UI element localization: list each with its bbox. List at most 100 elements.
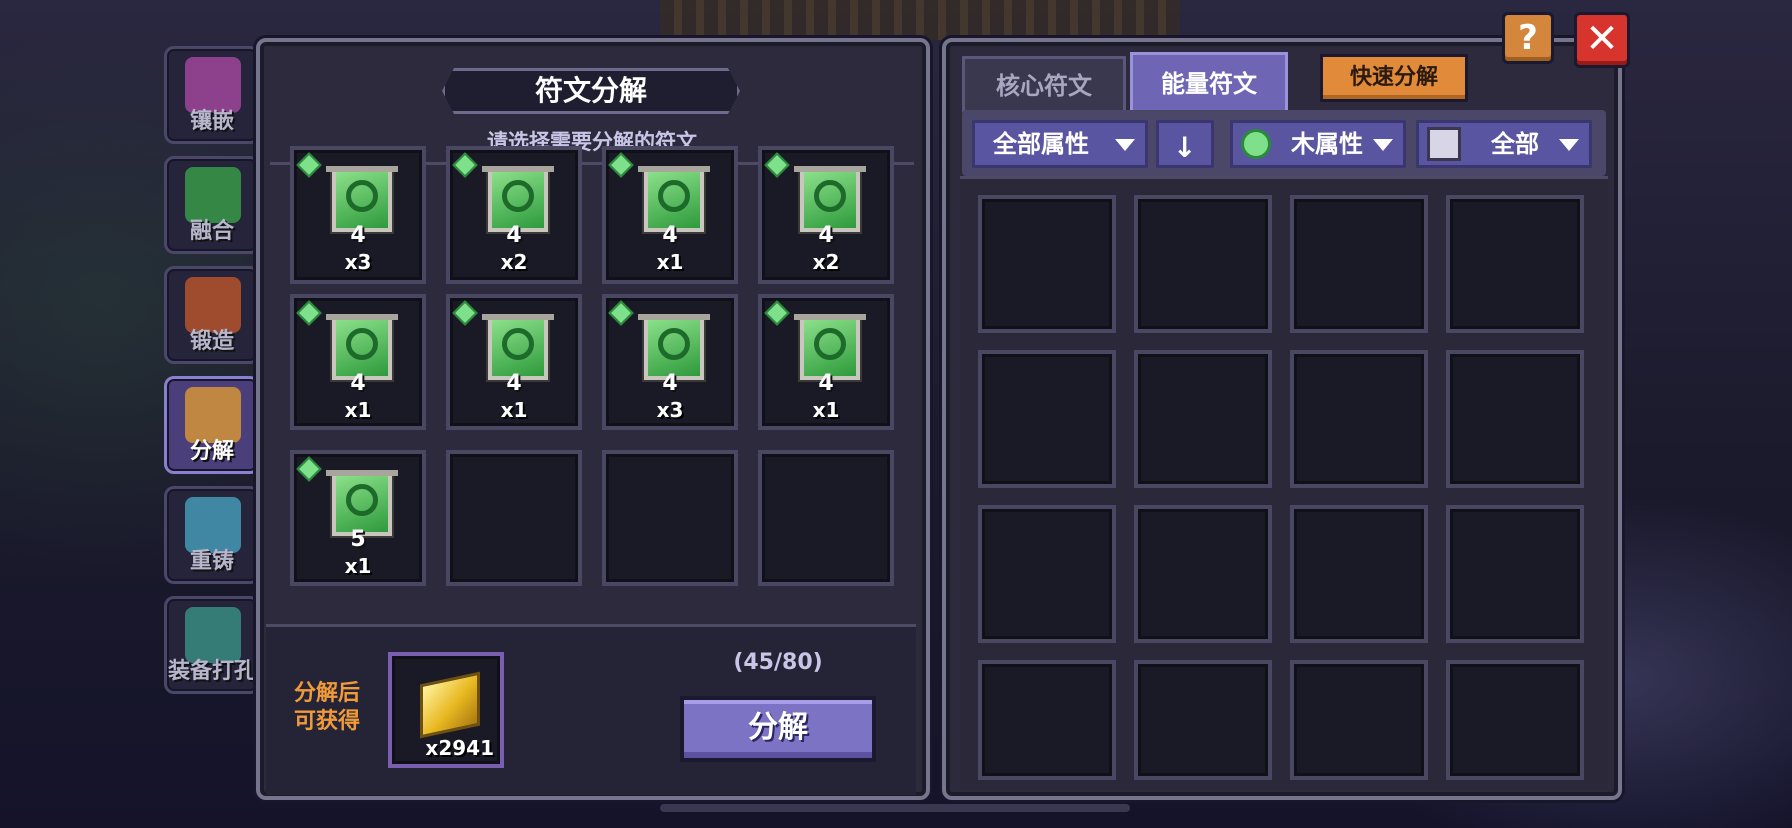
rune-slot[interactable]: 4 x1 xyxy=(602,146,738,284)
background-decoration xyxy=(660,0,1180,40)
panel-title: 符文分解 xyxy=(442,68,740,114)
sidebar-item-label: 锻造 xyxy=(189,329,234,354)
inventory-slot[interactable] xyxy=(1290,350,1428,488)
wood-gem-icon xyxy=(764,300,790,326)
sidebar-item-forge[interactable]: 锻造 xyxy=(164,266,260,364)
category-filter-dropdown[interactable]: 全部 xyxy=(1416,120,1592,168)
rune-level: 4 xyxy=(818,371,834,396)
rune-slot[interactable]: 4 x1 xyxy=(290,294,426,430)
tab-core-rune[interactable]: 核心符文 xyxy=(962,56,1126,112)
rune-level: 4 xyxy=(350,371,366,396)
rune-quantity: x2 xyxy=(812,250,840,274)
wood-gem-icon xyxy=(608,152,634,178)
inventory-slot[interactable] xyxy=(978,660,1116,780)
inventory-slot[interactable] xyxy=(1134,350,1272,488)
rune-glyph-icon xyxy=(502,180,534,212)
inventory-slot[interactable] xyxy=(1290,660,1428,780)
sidebar-item-label: 分解 xyxy=(189,439,234,464)
rune-level: 4 xyxy=(818,223,834,248)
rune-quantity: x3 xyxy=(656,398,684,422)
category-icon xyxy=(1427,127,1461,161)
rune-glyph-icon xyxy=(346,180,378,212)
inventory-slot[interactable] xyxy=(1446,660,1584,780)
wood-element-icon xyxy=(1241,129,1271,159)
wood-gem-icon xyxy=(764,152,790,178)
rune-level: 4 xyxy=(506,371,522,396)
rune-glyph-icon xyxy=(814,328,846,360)
wood-gem-icon xyxy=(452,300,478,326)
wood-gem-icon xyxy=(296,300,322,326)
rune-level: 4 xyxy=(662,371,678,396)
inventory-slot[interactable] xyxy=(1134,505,1272,643)
element-filter-label: 木属性 xyxy=(1291,130,1363,158)
help-button[interactable]: ? xyxy=(1502,12,1554,64)
rune-level: 4 xyxy=(506,223,522,248)
rune-slot[interactable]: 4 x3 xyxy=(290,146,426,284)
sidebar-item-recast[interactable]: 重铸 xyxy=(164,486,260,584)
attribute-filter-dropdown[interactable]: 全部属性 xyxy=(972,120,1148,168)
category-filter-label: 全部 xyxy=(1491,130,1539,158)
rune-quantity: x1 xyxy=(656,250,684,274)
rune-slot[interactable]: 4 x3 xyxy=(602,294,738,430)
sidebar-item-decompose[interactable]: 分解 xyxy=(164,376,260,474)
inventory-slot[interactable] xyxy=(978,350,1116,488)
reward-label-line2: 可获得 xyxy=(293,709,360,734)
chevron-down-icon xyxy=(1373,139,1393,151)
chevron-down-icon xyxy=(1115,139,1135,151)
rune-slot[interactable]: 4 x2 xyxy=(446,146,582,284)
inventory-slot[interactable] xyxy=(1290,505,1428,643)
rune-slot[interactable]: 4 x1 xyxy=(758,294,894,430)
inventory-slot[interactable] xyxy=(1134,195,1272,333)
rune-quantity: x2 xyxy=(500,250,528,274)
wood-gem-icon xyxy=(452,152,478,178)
rune-glyph-icon xyxy=(658,328,690,360)
rune-slot[interactable]: 4 x2 xyxy=(758,146,894,284)
element-filter-dropdown[interactable]: 木属性 xyxy=(1230,120,1406,168)
rune-slot xyxy=(758,450,894,586)
inventory-slot[interactable] xyxy=(1446,195,1584,333)
quick-decompose-button[interactable]: 快速分解 xyxy=(1320,54,1468,102)
inventory-grid xyxy=(960,176,1608,789)
sidebar-item-inlay[interactable]: 镶嵌 xyxy=(164,46,260,144)
decompose-button[interactable]: 分解 xyxy=(680,696,876,762)
rune-glyph-icon xyxy=(658,180,690,212)
reward-label: 分解后 可获得 xyxy=(282,680,372,736)
scrollbar[interactable] xyxy=(660,804,1130,812)
sidebar-item-label: 镶嵌 xyxy=(189,109,234,134)
sidebar-item-label: 重铸 xyxy=(189,549,234,574)
wood-gem-icon xyxy=(296,456,322,482)
sidebar-item-fusion[interactable]: 融合 xyxy=(164,156,260,254)
rune-quantity: x3 xyxy=(344,250,372,274)
inventory-slot[interactable] xyxy=(1446,350,1584,488)
inventory-slot[interactable] xyxy=(1134,660,1272,780)
inventory-slot[interactable] xyxy=(978,195,1116,333)
rune-level: 5 xyxy=(350,527,366,552)
rune-level: 4 xyxy=(350,223,366,248)
sidebar-item-label: 装备打孔 xyxy=(167,659,256,684)
close-button[interactable]: ✕ xyxy=(1574,12,1630,68)
rune-slot[interactable]: 4 x1 xyxy=(446,294,582,430)
arrow-down-icon: ↓ xyxy=(1173,131,1197,164)
inventory-slot[interactable] xyxy=(1290,195,1428,333)
rune-quantity: x1 xyxy=(344,398,372,422)
reward-quantity: x2941 xyxy=(425,736,494,760)
rune-slot xyxy=(602,450,738,586)
rune-glyph-icon xyxy=(346,328,378,360)
wood-gem-icon xyxy=(296,152,322,178)
sidebar-item-drill[interactable]: 装备打孔 xyxy=(164,596,260,694)
inventory-slot[interactable] xyxy=(978,505,1116,643)
capacity-counter: (45/80) xyxy=(733,650,823,675)
reward-slot[interactable]: x2941 xyxy=(388,652,504,768)
attribute-filter-label: 全部属性 xyxy=(993,130,1089,158)
rune-glyph-icon xyxy=(346,484,378,516)
rune-quantity: x1 xyxy=(344,554,372,578)
rune-slot xyxy=(446,450,582,586)
inventory-slot[interactable] xyxy=(1446,505,1584,643)
sort-button[interactable]: ↓ xyxy=(1156,120,1214,168)
rune-quantity: x1 xyxy=(500,398,528,422)
tab-energy-rune[interactable]: 能量符文 xyxy=(1130,52,1288,112)
rune-glyph-icon xyxy=(502,328,534,360)
chevron-down-icon xyxy=(1559,139,1579,151)
gold-ingot-icon xyxy=(420,671,480,739)
rune-slot[interactable]: 5 x1 xyxy=(290,450,426,586)
